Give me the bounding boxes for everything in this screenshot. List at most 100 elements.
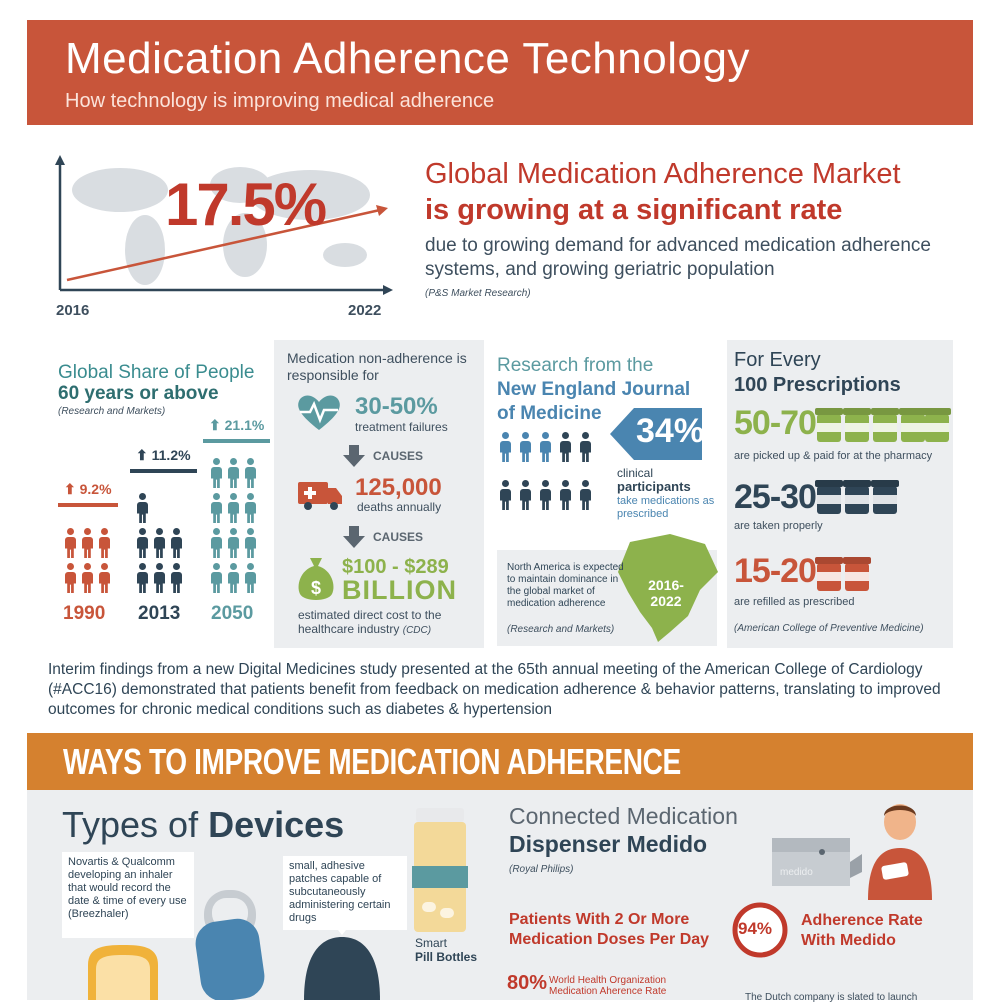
year-1990: 1990 xyxy=(63,603,106,624)
pct-1990: 9.2% xyxy=(79,481,112,497)
deaths-label: deaths annually xyxy=(357,500,442,514)
north-america-text: North America is expected to maintain do… xyxy=(507,562,624,609)
causes-label-2: CAUSES xyxy=(373,530,424,544)
medido-title-line1: Connected Medication xyxy=(509,803,738,829)
taken-properly-stat: 25-30 xyxy=(734,478,817,516)
pct-badge-1990: ⬆ 9.2% xyxy=(58,476,118,507)
market-source: (P&S Market Research) xyxy=(425,288,531,299)
market-description: due to growing demand for advanced medic… xyxy=(425,235,931,280)
people-icons-2013 xyxy=(134,493,185,593)
pill-bottle-icon xyxy=(817,563,841,591)
money-bag-icon: $ xyxy=(298,558,334,600)
who-text: World Health Organization Medication Ahe… xyxy=(549,975,667,997)
smart-bottles-line2: Pill Bottles xyxy=(415,950,478,964)
pill-bottle-icon xyxy=(817,486,841,514)
dutch-text: The Dutch company is slated to launch xyxy=(745,992,918,1003)
person-icon xyxy=(868,804,932,900)
inhaler-text: Novartis & Qualcomm developing an inhale… xyxy=(68,856,187,920)
pct-badge-2050: ⬆ 21.1% xyxy=(203,412,271,443)
prescriptions-title-line2: 100 Prescriptions xyxy=(734,374,901,396)
year-end-label: 2022 xyxy=(348,302,382,319)
medido-device-label: medido xyxy=(780,867,813,878)
pct-2050: 21.1% xyxy=(224,417,265,433)
people-icons-2050 xyxy=(208,458,259,593)
year-start-label: 2016 xyxy=(56,302,90,319)
smart-bottles-label: Smart Pill Bottles xyxy=(415,936,477,964)
cost-label: estimated direct cost to the healthcare … xyxy=(298,608,478,638)
deaths-stat: 125,000 xyxy=(355,474,442,501)
pill-bottle-icon xyxy=(873,414,897,442)
inhaler-icon xyxy=(88,925,158,1000)
ambulance-icon xyxy=(298,482,342,510)
research-line2: New England Journal xyxy=(497,379,691,400)
pill-bottle-icon xyxy=(845,486,869,514)
participants-icons-row1 xyxy=(497,432,597,462)
medido-source: (Royal Philips) xyxy=(509,864,574,875)
year-2013: 2013 xyxy=(138,603,181,624)
global-share-title-line2: 60 years or above xyxy=(58,383,219,404)
treatment-failures-label: treatment failures xyxy=(355,420,448,434)
svg-text:$: $ xyxy=(311,578,321,598)
pct-2013: 11.2% xyxy=(151,447,191,463)
participants-label: participants xyxy=(617,479,691,494)
smart-bottles-line1: Smart xyxy=(415,936,448,950)
ways-banner: WAYS TO IMPROVE MEDICATION ADHERENCE xyxy=(27,733,973,790)
adherence-text: Adherence Rate With Medido xyxy=(801,912,923,949)
pill-bottle-icon xyxy=(873,486,897,514)
year-2050: 2050 xyxy=(211,603,254,624)
devices-title-bold: Devices xyxy=(208,804,345,845)
treatment-failures-stat: 30-50% xyxy=(355,393,438,420)
pct-badge-2013: ⬆ 11.2% xyxy=(130,442,197,473)
growth-percent: 17.5% xyxy=(165,171,327,238)
arrow-down-icon xyxy=(343,445,365,467)
medido-title-line2: Dispenser Medido xyxy=(509,831,708,857)
medido-device-icon xyxy=(772,838,862,886)
pill-bottle-icon xyxy=(901,414,925,442)
smart-pill-bottle-icon xyxy=(412,808,468,932)
medido-title: Connected Medication Dispenser Medido xyxy=(509,802,738,858)
clinical-label: clinical xyxy=(617,466,654,480)
page-title: Medication Adherence Technology xyxy=(65,34,750,83)
header-banner: Medication Adherence Technology How tech… xyxy=(27,20,973,125)
heart-pulse-icon xyxy=(298,395,340,430)
devices-title: Types of Devices xyxy=(62,804,344,846)
pill-bottle-icon xyxy=(925,414,949,442)
refilled-text: are refilled as prescribed xyxy=(734,596,855,608)
na-years: 2016-2022 xyxy=(648,577,684,609)
who-pct: 80% xyxy=(507,972,548,994)
arrow-down-icon xyxy=(343,526,365,548)
patients-doses-text: Patients With 2 Or More Medication Doses… xyxy=(509,911,710,948)
refilled-stat: 15-20 xyxy=(734,552,817,590)
global-share-title: Global Share of People 60 years or above xyxy=(58,362,254,404)
pill-bottle-icon xyxy=(817,414,841,442)
research-line1: Research from the xyxy=(497,355,654,376)
pill-bottle-icon xyxy=(845,414,869,442)
patch-callout: small, adhesive patches capable of subcu… xyxy=(283,856,407,930)
global-share-title-line1: Global Share of People xyxy=(58,362,255,383)
picked-up-text: are picked up & paid for at the pharmacy xyxy=(734,450,933,462)
patch-text: small, adhesive patches capable of subcu… xyxy=(289,860,391,924)
adherence-pct: 94% xyxy=(738,919,773,938)
market-heading: Global Medication Adherence Market xyxy=(425,158,901,190)
cost-source: (CDC) xyxy=(402,625,432,636)
cost-stat-billion: BILLION xyxy=(342,575,457,605)
take-medications-label: take medications as prescribed xyxy=(617,495,715,520)
prescriptions-title-line1: For Every xyxy=(734,349,821,371)
prescriptions-title: For Every 100 Prescriptions xyxy=(734,348,901,398)
north-america-source: (Research and Markets) xyxy=(507,624,615,635)
page-subtitle: How technology is improving medical adhe… xyxy=(65,90,495,112)
smart-inhaler-icon xyxy=(195,890,265,1000)
taken-properly-text: are taken properly xyxy=(734,520,823,532)
causes-label-1: CAUSES xyxy=(373,449,424,463)
market-heading-bold: is growing at a significant rate xyxy=(425,194,843,226)
devices-title-prefix: Types of xyxy=(62,804,209,845)
pill-bottle-icon xyxy=(845,563,869,591)
interim-findings-text: Interim findings from a new Digital Medi… xyxy=(48,661,941,718)
global-share-source: (Research and Markets) xyxy=(58,406,166,417)
research-pct: 34% xyxy=(636,412,705,450)
ways-title: WAYS TO IMPROVE MEDICATION ADHERENCE xyxy=(63,741,681,782)
research-line3: of Medicine xyxy=(497,403,602,424)
prescriptions-source: (American College of Preventive Medicine… xyxy=(734,623,924,634)
people-icons-1990 xyxy=(62,528,113,593)
patch-icon xyxy=(304,925,380,1000)
